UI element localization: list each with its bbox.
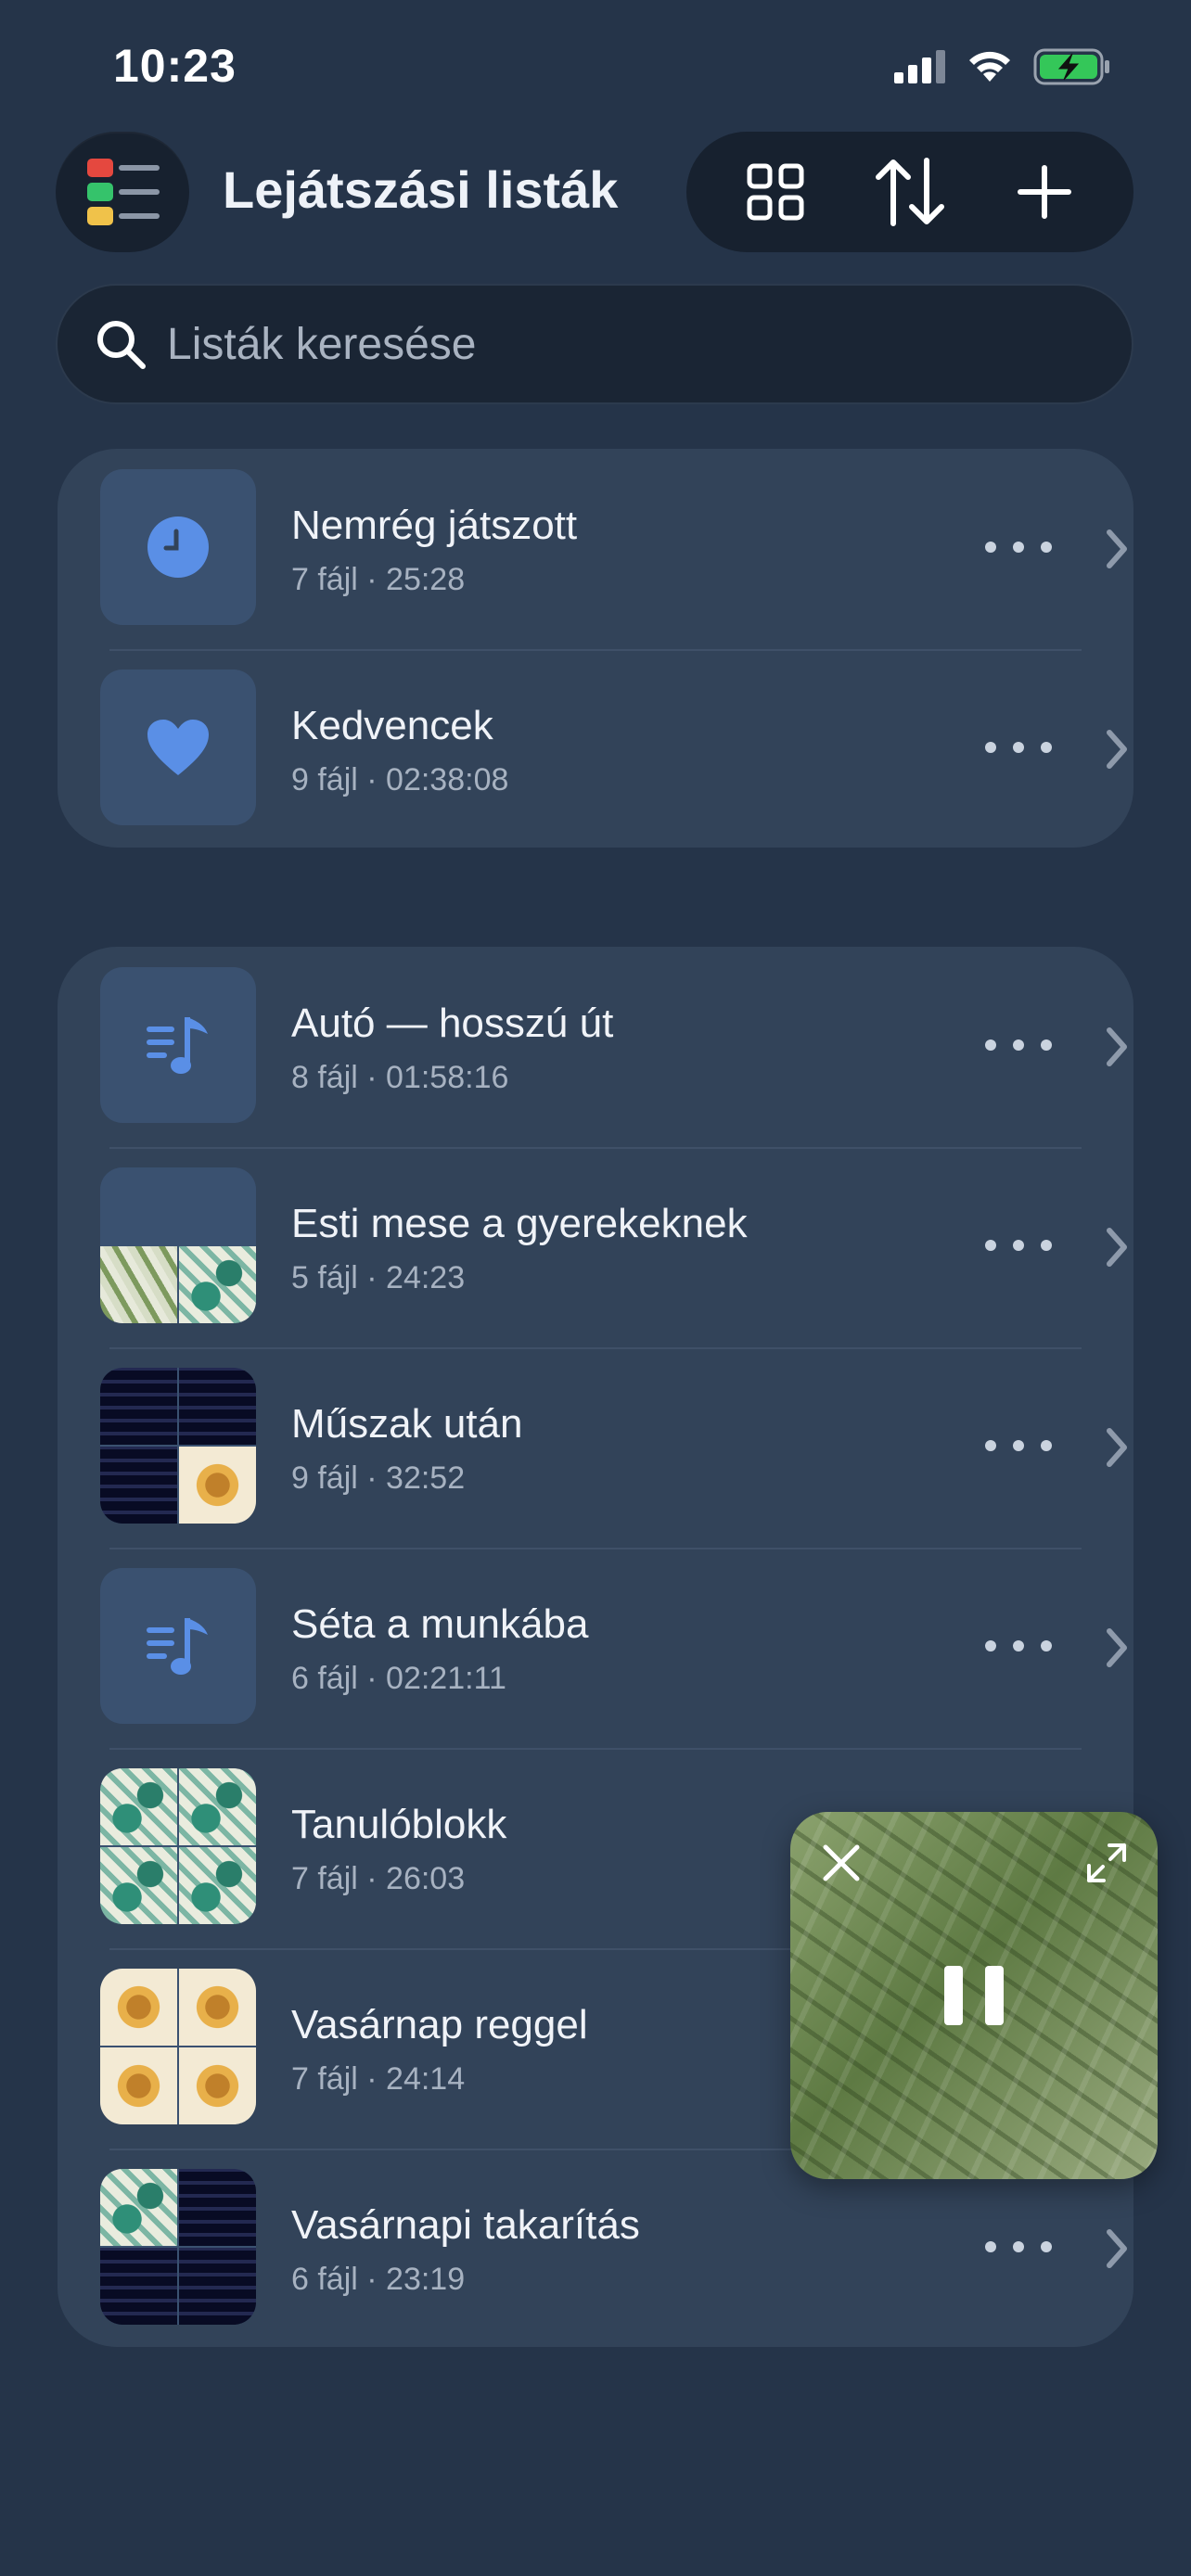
pause-icon[interactable] (944, 1966, 1004, 2025)
menu-list-icon (87, 159, 160, 225)
music-note-icon (147, 1618, 208, 1675)
chevron-right-icon (1107, 2229, 1127, 2268)
chevron-right-icon (1107, 1228, 1127, 1267)
list-thumbnail (100, 1768, 256, 1924)
list-title: Tanulóblokk (291, 1802, 507, 1847)
list-title: Műszak után (291, 1401, 523, 1447)
battery-charging-icon (1033, 48, 1109, 85)
list-item[interactable]: Műszak után 9 fájl · 32:52 (58, 1347, 1133, 1548)
search-icon (97, 321, 146, 369)
search-input[interactable] (167, 318, 1002, 370)
list-subtitle: 6 fájl · 02:21:11 (291, 1661, 506, 1696)
more-options-icon[interactable] (985, 1427, 1052, 1464)
heart-icon (147, 720, 209, 775)
list-title: Esti mese a gyerekeknek (291, 1201, 748, 1246)
chevron-right-icon (1107, 529, 1127, 568)
list-thumbnail (100, 1167, 256, 1323)
music-note-icon (147, 1017, 208, 1074)
status-time: 10:23 (113, 40, 237, 92)
list-title: Vasárnap reggel (291, 2002, 588, 2047)
list-item[interactable]: Kedvencek 9 fájl · 02:38:08 (58, 649, 1133, 849)
toolbar (686, 132, 1133, 252)
chevron-right-icon (1107, 730, 1127, 769)
list-item[interactable]: Esti mese a gyerekeknek 5 fájl · 24:23 (58, 1147, 1133, 1347)
more-options-icon[interactable] (985, 1627, 1052, 1664)
page-title: Lejátszási listák (223, 160, 619, 219)
clock-icon (147, 516, 209, 578)
list-subtitle: 7 fájl · 26:03 (291, 1861, 466, 1896)
list-item[interactable]: Autó — hosszú út 8 fájl · 01:58:16 (58, 947, 1133, 1147)
chevron-right-icon (1107, 1027, 1127, 1066)
mini-player[interactable] (790, 1812, 1158, 2179)
sort-icon (875, 158, 944, 226)
more-options-icon[interactable] (985, 529, 1052, 566)
status-bar: 10:23 (0, 0, 1191, 139)
chevron-right-icon (1107, 1428, 1127, 1467)
smart-lists-card: Nemrég játszott 7 fájl · 25:28 Kedvencek… (58, 449, 1133, 848)
search-bar (56, 284, 1133, 404)
menu-button[interactable] (56, 132, 189, 252)
list-subtitle: 9 fájl · 02:38:08 (291, 762, 509, 797)
list-subtitle: 9 fájl · 32:52 (291, 1460, 466, 1496)
list-title: Kedvencek (291, 703, 493, 748)
add-playlist-button[interactable] (993, 141, 1095, 243)
expand-icon[interactable] (1083, 1840, 1130, 1886)
list-item[interactable]: Séta a munkába 6 fájl · 02:21:11 (58, 1548, 1133, 1748)
list-subtitle: 5 fájl · 24:23 (291, 1260, 466, 1295)
close-icon[interactable] (818, 1840, 864, 1886)
more-options-icon[interactable] (985, 729, 1052, 766)
list-subtitle: 7 fájl · 25:28 (291, 562, 466, 597)
more-options-icon[interactable] (985, 2228, 1052, 2265)
list-thumbnail (100, 2169, 256, 2325)
list-title: Séta a munkába (291, 1601, 589, 1647)
wifi-icon (969, 51, 1010, 82)
more-options-icon[interactable] (985, 1027, 1052, 1064)
signal-icon (894, 50, 945, 83)
list-item[interactable]: Nemrég játszott 7 fájl · 25:28 (58, 449, 1133, 649)
status-icons (894, 48, 1111, 85)
list-title: Nemrég játszott (291, 503, 578, 548)
list-thumbnail (100, 1368, 256, 1524)
list-title: Vasárnapi takarítás (291, 2202, 640, 2248)
list-thumbnail (100, 469, 256, 625)
grid-view-icon (747, 163, 804, 221)
list-thumbnail (100, 670, 256, 825)
list-subtitle: 7 fájl · 24:14 (291, 2061, 466, 2097)
list-thumbnail (100, 1568, 256, 1724)
add-icon (1017, 165, 1071, 219)
list-thumbnail (100, 1969, 256, 2124)
more-options-icon[interactable] (985, 1227, 1052, 1264)
grid-view-button[interactable] (724, 141, 826, 243)
list-subtitle: 6 fájl · 23:19 (291, 2262, 466, 2297)
chevron-right-icon (1107, 1628, 1127, 1667)
list-subtitle: 8 fájl · 01:58:16 (291, 1060, 509, 1095)
list-title: Autó — hosszú út (291, 1001, 614, 1046)
list-thumbnail (100, 967, 256, 1123)
sort-button[interactable] (859, 141, 961, 243)
